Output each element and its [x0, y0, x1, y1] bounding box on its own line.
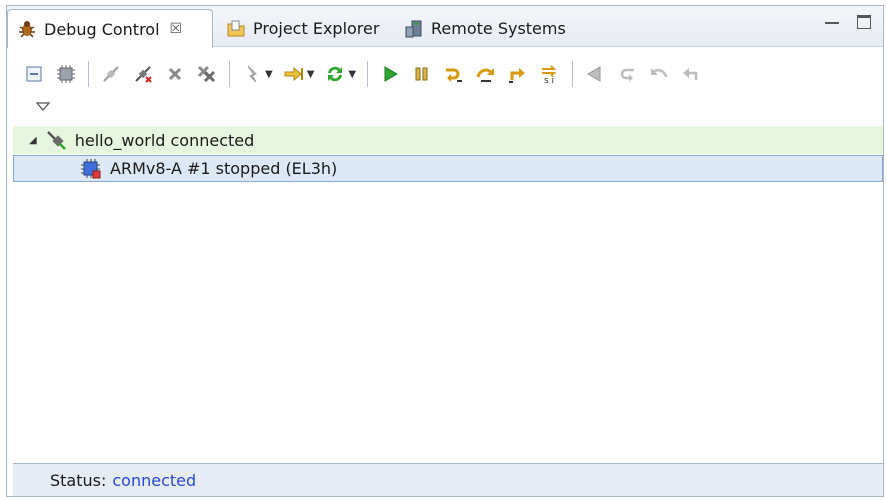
toolbar-separator: [88, 61, 89, 87]
connect-icon[interactable]: [98, 61, 124, 87]
remote-systems-icon: [403, 18, 425, 40]
step-source-icon[interactable]: [441, 61, 467, 87]
tab-bar: Debug Control ☒ Project Explorer Remote …: [7, 6, 883, 48]
tree-item-core[interactable]: ARMv8-A #1 stopped (EL3h): [13, 155, 883, 182]
tab-label: Debug Control: [44, 19, 160, 39]
reverse-step-out-icon[interactable]: [678, 61, 704, 87]
chevron-down-icon[interactable]: ▼: [265, 69, 273, 80]
remove-all-icon[interactable]: [194, 61, 220, 87]
minimize-icon[interactable]: [825, 15, 839, 24]
reverse-step-over-icon[interactable]: [646, 61, 672, 87]
status-value: connected: [112, 470, 197, 490]
tab-debug-control[interactable]: Debug Control ☒: [7, 9, 213, 48]
run-icon[interactable]: [377, 61, 403, 87]
pause-icon[interactable]: [409, 61, 435, 87]
step-into-arrow-icon[interactable]: [281, 61, 307, 87]
view-menu-icon[interactable]: [35, 98, 51, 114]
step-out-icon[interactable]: [505, 61, 531, 87]
collapse-all-icon[interactable]: [21, 61, 47, 87]
svg-text:s i: s i: [544, 76, 554, 84]
window-controls: [825, 15, 871, 29]
refresh-icon[interactable]: [322, 61, 348, 87]
toolbar-separator: [229, 61, 230, 87]
toolbar-separator: [367, 61, 369, 87]
close-icon[interactable]: ☒: [170, 21, 183, 37]
status-label: Status:: [50, 470, 107, 490]
processor-chip-icon: [80, 158, 102, 180]
reverse-step-icon[interactable]: [614, 61, 640, 87]
interrupt-icon[interactable]: [239, 61, 265, 87]
debug-bug-icon: [16, 18, 38, 40]
tab-remote-systems[interactable]: Remote Systems: [395, 10, 574, 47]
tab-project-explorer[interactable]: Project Explorer: [217, 10, 387, 47]
tab-label: Remote Systems: [431, 19, 566, 38]
tree-item-connection[interactable]: ◢ hello_world connected: [13, 126, 883, 154]
connection-tree: ◢ hello_world connected ARMv8-A #1 stopp…: [13, 126, 883, 182]
status-bar: Status: connected: [13, 463, 883, 496]
connection-label: hello_world connected: [74, 130, 255, 150]
chevron-down-icon[interactable]: ▼: [348, 69, 356, 80]
core-label: ARMv8-A #1 stopped (EL3h): [110, 159, 338, 178]
disconnect-icon[interactable]: [130, 61, 156, 87]
expand-triangle-icon[interactable]: ◢: [29, 135, 37, 146]
toolbar-separator: [572, 61, 574, 87]
processor-gear-icon[interactable]: [53, 61, 79, 87]
connection-plug-icon: [45, 129, 67, 151]
reverse-run-icon[interactable]: [582, 61, 608, 87]
maximize-icon[interactable]: [857, 15, 871, 29]
debug-control-view: Debug Control ☒ Project Explorer Remote …: [6, 5, 884, 497]
step-over-icon[interactable]: [473, 61, 499, 87]
remove-icon[interactable]: [162, 61, 188, 87]
step-instruction-icon[interactable]: s i: [537, 61, 563, 87]
debug-toolbar: ▼ ▼ ▼ s i: [21, 56, 704, 92]
chevron-down-icon[interactable]: ▼: [307, 69, 315, 80]
tab-label: Project Explorer: [253, 19, 380, 38]
project-folder-icon: [225, 18, 247, 40]
